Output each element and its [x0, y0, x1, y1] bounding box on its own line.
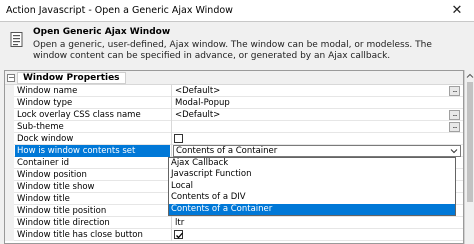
property-row-window-title-close-button[interactable]: Window title has close button: [5, 229, 463, 241]
ellipsis-button[interactable]: ...: [449, 86, 460, 96]
property-row-window-name[interactable]: Window name <Default> ...: [5, 85, 463, 97]
property-name: Window title direction: [17, 218, 110, 228]
dropdown-option-highlighted[interactable]: Contents of a Container: [169, 203, 455, 215]
property-row-sub-theme[interactable]: Sub-theme ...: [5, 121, 463, 133]
property-name: Window title show: [17, 182, 95, 192]
property-name: Window position: [17, 170, 87, 180]
property-row-window-type[interactable]: Window type Modal-Popup: [5, 97, 463, 109]
property-row-dock-window[interactable]: Dock window: [5, 133, 463, 145]
contents-set-dropdown-list[interactable]: Ajax Callback Javascript Function Local …: [168, 157, 456, 216]
property-value[interactable]: Modal-Popup: [173, 97, 441, 109]
property-value[interactable]: <Default>: [173, 109, 441, 121]
property-value[interactable]: ltr: [173, 217, 441, 229]
description-panel: Open Generic Ajax Window Open a generic,…: [0, 22, 474, 68]
property-row-window-contents-set[interactable]: How is window contents set Contents of a…: [5, 145, 463, 157]
dropdown-option[interactable]: Ajax Callback: [169, 158, 455, 169]
property-row-lock-overlay-css[interactable]: Lock overlay CSS class name <Default> ..…: [5, 109, 463, 121]
dropdown-option[interactable]: Contents of a DIV: [169, 192, 455, 203]
property-name: Window title has close button: [17, 230, 143, 240]
property-row-window-title-direction[interactable]: Window title direction ltr: [5, 217, 463, 229]
property-name: Lock overlay CSS class name: [17, 110, 141, 120]
scroll-up-icon[interactable]: [466, 72, 474, 78]
description-heading: Open Generic Ajax Window: [33, 27, 171, 37]
property-name: Sub-theme: [17, 122, 64, 132]
section-header-window-properties[interactable]: − Window Properties: [5, 71, 463, 85]
dropdown-option[interactable]: Javascript Function: [169, 169, 455, 180]
ellipsis-button[interactable]: ...: [449, 122, 460, 132]
property-value[interactable]: <Default>: [173, 85, 441, 97]
property-name: Dock window: [17, 134, 74, 144]
property-name: Window name: [17, 86, 78, 96]
property-name: Window title: [17, 194, 70, 204]
collapse-icon[interactable]: −: [7, 74, 15, 82]
title-bar: Action Javascript - Open a Generic Ajax …: [0, 0, 474, 22]
property-name: Window title position: [17, 206, 107, 216]
dropdown-option[interactable]: Local: [169, 181, 455, 192]
chevron-down-icon[interactable]: [450, 147, 458, 155]
ellipsis-button[interactable]: ...: [449, 110, 460, 120]
section-label: Window Properties: [17, 72, 126, 84]
property-name: Container id: [17, 158, 69, 168]
document-icon: [10, 32, 24, 48]
close-button[interactable]: ✕: [440, 0, 474, 22]
vertical-scrollbar[interactable]: [464, 70, 474, 244]
close-button-checkbox[interactable]: [174, 230, 183, 239]
dock-window-checkbox[interactable]: [174, 134, 183, 143]
contents-set-select[interactable]: Contents of a Container: [173, 145, 461, 157]
property-name: Window type: [17, 98, 73, 108]
property-name: How is window contents set: [15, 145, 170, 157]
select-value: Contents of a Container: [176, 146, 278, 156]
description-text: Open a generic, user-defined, Ajax windo…: [33, 40, 432, 61]
window-title: Action Javascript - Open a Generic Ajax …: [6, 5, 233, 16]
property-value[interactable]: [173, 121, 441, 133]
scrollbar-thumb[interactable]: [467, 82, 473, 202]
